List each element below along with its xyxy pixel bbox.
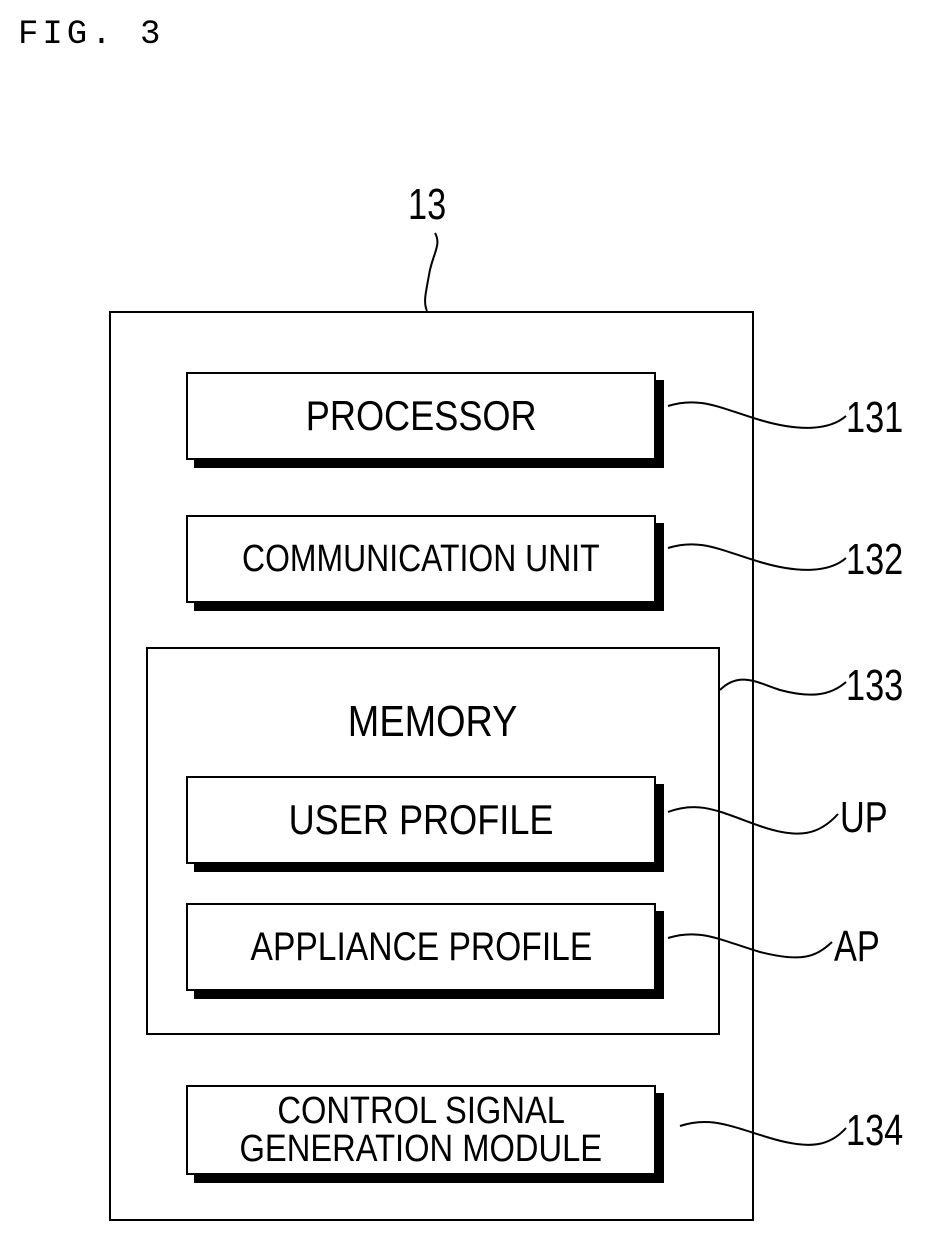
processor-leader-line bbox=[667, 401, 847, 429]
control-signal-module-leader-line bbox=[679, 1120, 847, 1146]
device-leader-line bbox=[424, 232, 439, 312]
leader-lines bbox=[424, 232, 847, 1146]
user-profile-leader-line bbox=[667, 806, 839, 835]
memory-leader-line bbox=[719, 678, 847, 696]
communication-unit-leader-line bbox=[667, 543, 847, 571]
appliance-profile-leader-line bbox=[667, 933, 833, 959]
